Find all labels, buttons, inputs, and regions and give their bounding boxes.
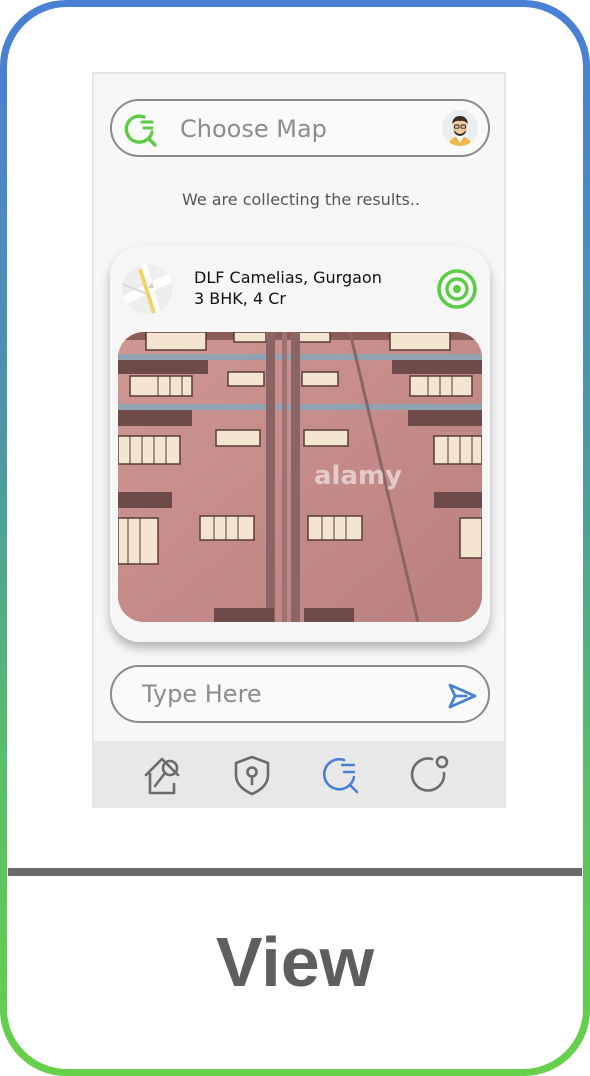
send-icon[interactable] [446,680,478,712]
view-label: View [215,923,375,1001]
avatar[interactable] [442,110,478,146]
search-refresh-icon[interactable] [320,753,364,797]
bottom-nav [94,741,504,808]
map-thumbnail[interactable] [122,264,172,314]
target-icon[interactable] [436,268,478,310]
shield-key-icon[interactable] [230,753,274,797]
search-icon [124,114,157,147]
building-image: alamy [118,332,482,622]
profile-circle-icon[interactable] [408,753,452,797]
map-pin-icon [122,264,172,314]
message-input-bar[interactable] [110,665,490,723]
property-details: 3 BHK, 4 Cr [194,289,286,308]
message-input[interactable] [142,679,432,709]
phone-screen: Choose Map We are collecting the results… [92,72,506,808]
divider [8,868,582,876]
property-title: DLF Camelias, Gurgaon [194,268,382,287]
search-placeholder[interactable]: Choose Map [180,115,327,143]
property-photo[interactable]: alamy [118,332,482,622]
result-card[interactable]: DLF Camelias, Gurgaon 3 BHK, 4 Cr alamy [110,246,490,642]
house-search-icon[interactable] [142,753,186,797]
photo-watermark: alamy [314,461,402,491]
search-bar[interactable]: Choose Map [110,99,490,157]
status-message: We are collecting the results.. [181,190,421,209]
avatar-image [442,110,478,146]
